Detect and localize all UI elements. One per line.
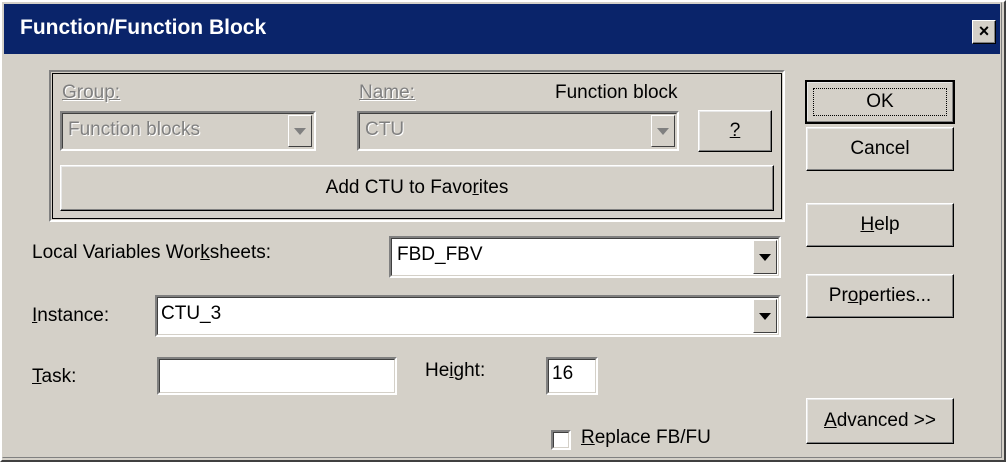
- chevron-down-icon[interactable]: [651, 115, 675, 147]
- chevron-down-icon[interactable]: [753, 240, 777, 274]
- worksheets-dropdown-value: FBD_FBV: [397, 244, 483, 265]
- advanced-button[interactable]: Advanced >>: [806, 398, 954, 444]
- task-input[interactable]: [157, 357, 397, 395]
- add-to-favorites-button[interactable]: Add CTU to Favorites: [60, 165, 774, 211]
- properties-label: Properties...: [828, 285, 932, 306]
- properties-button[interactable]: Properties...: [806, 274, 954, 318]
- name-label-text: Name:: [359, 82, 415, 103]
- cancel-label: Cancel: [850, 138, 910, 159]
- instance-label: Instance:: [32, 305, 110, 326]
- height-label: Height:: [425, 360, 486, 381]
- advanced-label: Advanced >>: [824, 410, 936, 431]
- function-help-label: ?: [729, 120, 741, 141]
- chevron-down-icon[interactable]: [753, 299, 777, 333]
- name-dropdown-value: CTU: [365, 119, 405, 140]
- close-icon: ×: [978, 21, 990, 41]
- group-dropdown[interactable]: Function blocks: [60, 111, 316, 151]
- replace-label[interactable]: Replace FB/FU: [581, 427, 711, 449]
- height-input[interactable]: 16: [546, 357, 598, 395]
- cancel-button[interactable]: Cancel: [806, 127, 954, 171]
- name-label: Name:: [359, 82, 415, 104]
- name-dropdown[interactable]: CTU: [357, 111, 679, 151]
- close-button[interactable]: ×: [972, 20, 996, 44]
- help-button[interactable]: Help: [806, 203, 954, 247]
- instance-dropdown[interactable]: CTU_3: [155, 295, 781, 337]
- type-label: Function block: [555, 82, 678, 103]
- ok-button[interactable]: OK: [805, 80, 955, 124]
- window-title: Function/Function Block: [20, 16, 267, 39]
- chevron-down-icon[interactable]: [288, 115, 312, 147]
- worksheets-dropdown[interactable]: FBD_FBV: [389, 236, 781, 278]
- instance-dropdown-value: CTU_3: [161, 303, 222, 324]
- task-label: Task:: [32, 366, 77, 387]
- worksheets-label: Local Variables Worksheets:: [32, 242, 272, 263]
- function-help-button[interactable]: ?: [698, 110, 772, 152]
- height-input-value: 16: [552, 363, 574, 384]
- group-dropdown-value: Function blocks: [68, 119, 201, 140]
- group-label-text: Group:: [62, 82, 121, 103]
- group-label: Group:: [62, 82, 120, 104]
- help-label: Help: [860, 214, 900, 235]
- add-to-favorites-label: Add CTU to Favorites: [325, 177, 509, 198]
- replace-checkbox[interactable]: [551, 430, 571, 450]
- title-bar[interactable]: Function/Function Block ×: [4, 4, 1000, 54]
